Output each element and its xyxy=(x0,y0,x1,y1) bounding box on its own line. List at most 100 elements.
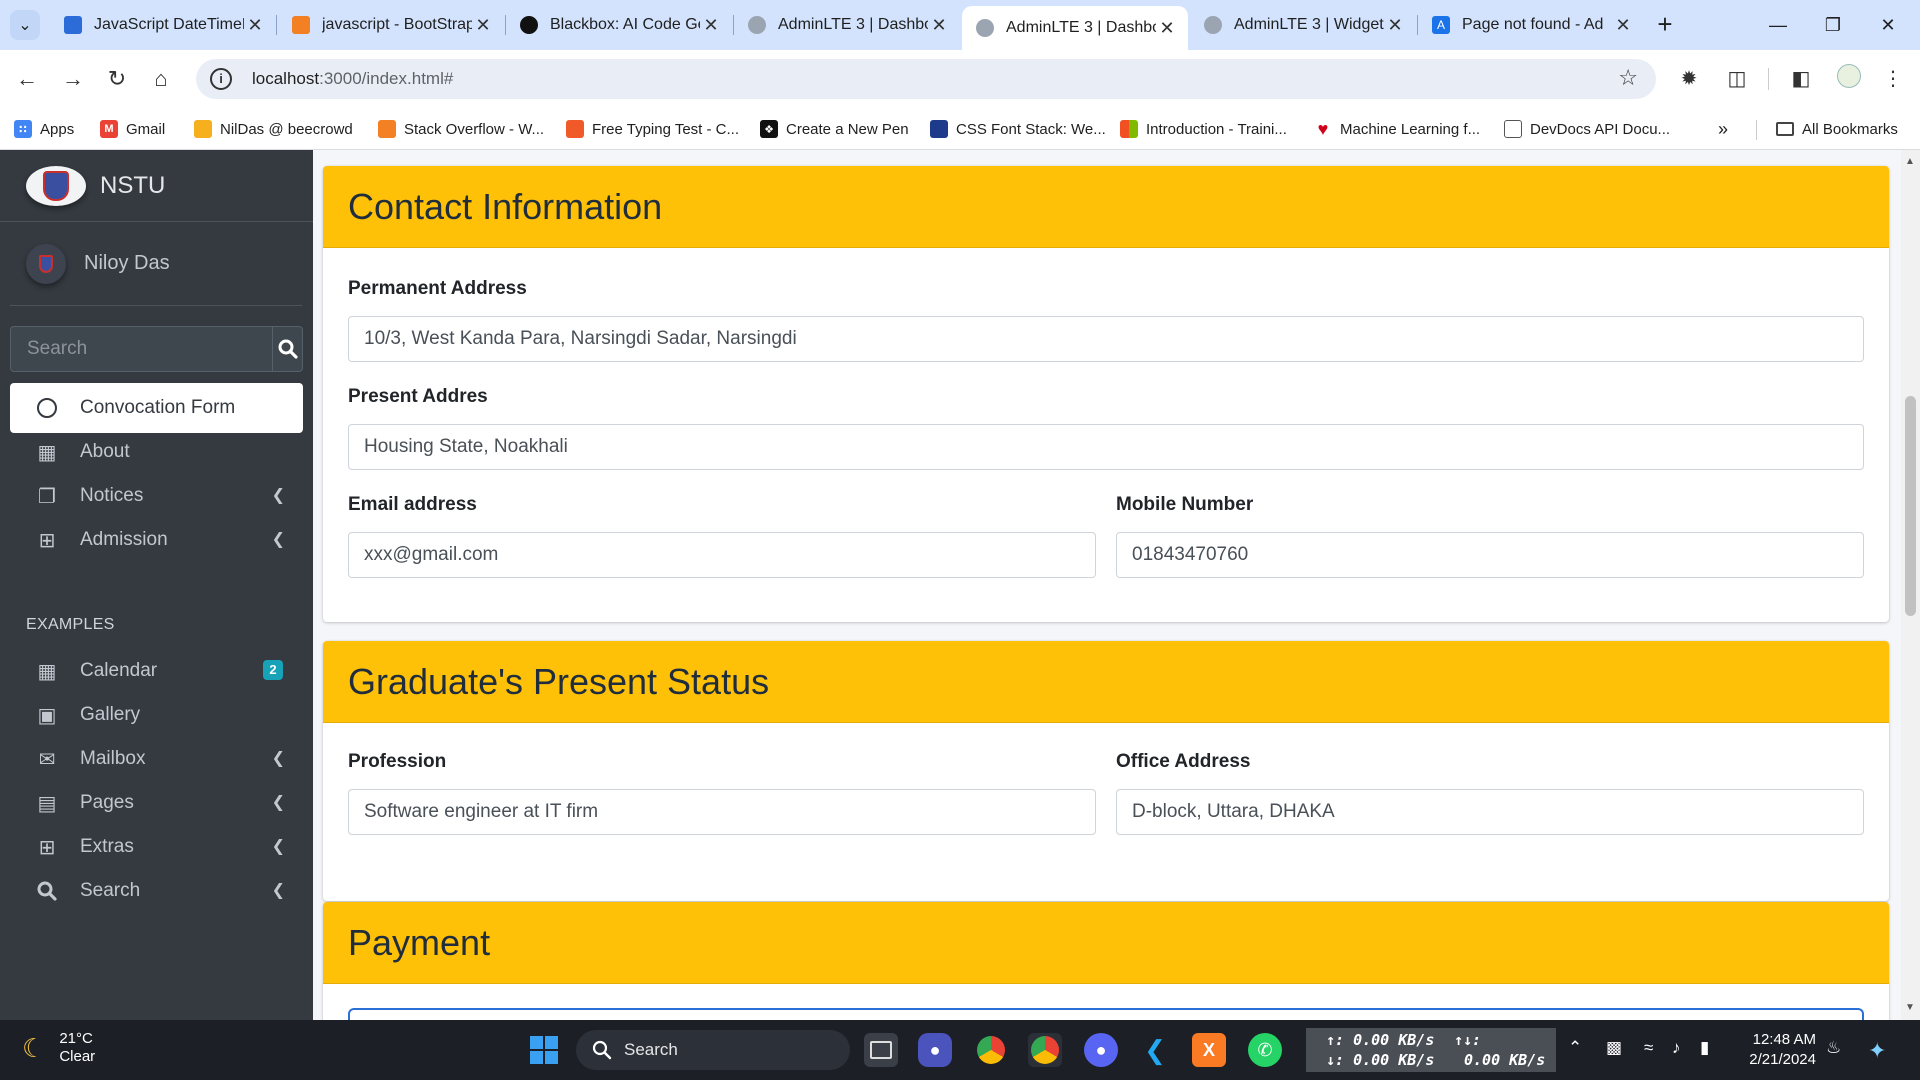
more-bookmarks-chevron-icon[interactable]: » xyxy=(1718,118,1728,140)
forward-button[interactable]: → xyxy=(56,62,90,96)
sidebar-item-mailbox[interactable]: ✉ Mailbox ❮ xyxy=(10,734,303,784)
brand-name: NSTU xyxy=(100,171,166,199)
bookmark-star-icon[interactable]: ☆ xyxy=(1618,65,1638,91)
chrome-menu-icon[interactable]: ⋮ xyxy=(1878,64,1908,94)
browser-tab[interactable]: javascript - BootStrap ✕ xyxy=(278,6,504,44)
taskbar-search[interactable]: Search xyxy=(576,1030,850,1070)
sidebar-item-gallery[interactable]: ▣ Gallery xyxy=(10,690,303,740)
copilot-icon[interactable]: ✦ xyxy=(1868,1038,1886,1064)
sidebar-item-pages[interactable]: ▤ Pages ❮ xyxy=(10,778,303,828)
close-icon[interactable]: ✕ xyxy=(700,15,722,36)
tray-app-icon[interactable]: ▩ xyxy=(1606,1038,1622,1058)
scroll-up-arrow-icon[interactable]: ▲ xyxy=(1905,156,1915,167)
sidebar-item-calendar[interactable]: ▦ Calendar 2 xyxy=(10,646,303,696)
user-panel[interactable]: Niloy Das xyxy=(10,222,302,306)
user-name[interactable]: Niloy Das xyxy=(84,252,170,275)
tab-favicon-icon xyxy=(748,16,766,34)
browser-tab[interactable]: AdminLTE 3 | Widget ✕ xyxy=(1190,6,1416,44)
close-icon[interactable]: ✕ xyxy=(1612,15,1634,36)
side-panel-icon[interactable]: ◧ xyxy=(1786,64,1816,94)
scrollbar-thumb[interactable] xyxy=(1905,396,1916,616)
wifi-icon[interactable]: ≈ xyxy=(1644,1038,1653,1058)
sidebar-item-convocation-form[interactable]: Convocation Form xyxy=(10,383,303,433)
teams-icon[interactable]: ● xyxy=(918,1033,952,1067)
mobile-number-field[interactable] xyxy=(1116,532,1864,578)
bookmark-label: Create a New Pen xyxy=(786,120,909,138)
bookmark-codepen[interactable]: ❖ Create a New Pen xyxy=(760,118,909,140)
nav-header-examples: EXAMPLES xyxy=(26,616,115,633)
payment-input[interactable] xyxy=(348,1008,1864,1020)
sidebar-search-button[interactable] xyxy=(272,326,303,372)
window-close-button[interactable]: ✕ xyxy=(1868,10,1908,40)
profession-input[interactable] xyxy=(348,789,1096,835)
sidebar-item-notices[interactable]: ❐ Notices ❮ xyxy=(10,471,303,521)
sidebar-search-input[interactable] xyxy=(10,326,272,372)
sidebar-item-admission[interactable]: ⊞ Admission ❮ xyxy=(10,515,303,565)
sidebar-item-extras[interactable]: ⊞ Extras ❮ xyxy=(10,822,303,872)
email-field[interactable] xyxy=(348,532,1096,578)
close-icon[interactable]: ✕ xyxy=(244,15,266,36)
page-scrollbar[interactable]: ▲ ▼ xyxy=(1901,150,1920,1020)
extension-bug-icon[interactable]: ✹ xyxy=(1674,64,1704,94)
new-tab-button[interactable]: + xyxy=(1650,10,1680,40)
net-upload: 0.00 KB/s xyxy=(1353,1031,1435,1049)
reload-button[interactable]: ↻ xyxy=(100,62,134,96)
browser-tab-active[interactable]: AdminLTE 3 | Dashbo ✕ xyxy=(962,6,1188,50)
home-button[interactable]: ⌂ xyxy=(144,62,178,96)
brand-link[interactable]: NSTU xyxy=(0,150,313,222)
vscode-icon[interactable]: ❮ xyxy=(1138,1033,1172,1067)
bookmark-machine-learning[interactable]: ♥ Machine Learning f... xyxy=(1314,118,1480,140)
office-address-input[interactable] xyxy=(1116,789,1864,835)
bookmark-apps[interactable]: ∷ Apps xyxy=(14,118,74,140)
system-clock[interactable]: 12:48 AM 2/21/2024 xyxy=(1740,1030,1816,1070)
bookmark-label: Apps xyxy=(40,120,75,138)
task-view-icon[interactable] xyxy=(864,1033,898,1067)
tab-search-button[interactable]: ⌄ xyxy=(10,10,40,40)
present-address-input[interactable] xyxy=(348,424,1864,470)
chrome-active-icon[interactable] xyxy=(1028,1033,1062,1067)
discord-icon[interactable]: ● xyxy=(1084,1033,1118,1067)
minimize-button[interactable]: — xyxy=(1758,10,1798,40)
sidebar-item-label: Extras xyxy=(80,836,134,857)
close-icon[interactable]: ✕ xyxy=(1384,15,1406,36)
chrome-icon[interactable] xyxy=(974,1033,1008,1067)
address-bar[interactable]: i localhost:3000/index.html# ☆ xyxy=(196,59,1656,99)
url-host: localhost xyxy=(252,69,320,88)
extensions-puzzle-icon[interactable]: ◫ xyxy=(1722,64,1752,94)
bookmark-devdocs[interactable]: DevDocs API Docu... xyxy=(1504,118,1670,140)
scroll-down-arrow-icon[interactable]: ▼ xyxy=(1905,1002,1915,1013)
back-button[interactable]: ← xyxy=(10,62,44,96)
sidebar-item-search[interactable]: Search ❮ xyxy=(10,866,303,916)
sidebar-item-label: Admission xyxy=(80,529,168,550)
xampp-icon[interactable]: X xyxy=(1192,1033,1226,1067)
bookmark-microsoft-training[interactable]: Introduction - Traini... xyxy=(1120,118,1287,140)
browser-tab[interactable]: Blackbox: AI Code Ge ✕ xyxy=(506,6,732,44)
bookmark-cssfontstack[interactable]: CSS Font Stack: We... xyxy=(930,118,1106,140)
sidebar-item-about[interactable]: ▦ About xyxy=(10,427,303,477)
browser-tab[interactable]: AdminLTE 3 | Dashbo ✕ xyxy=(734,6,960,44)
battery-icon[interactable]: ▮ xyxy=(1700,1038,1709,1058)
permanent-address-input[interactable] xyxy=(348,316,1864,362)
microsoft-icon xyxy=(1120,120,1138,138)
bookmark-gmail[interactable]: M Gmail xyxy=(100,118,165,140)
payment-card: Payment xyxy=(323,902,1889,1020)
close-icon[interactable]: ✕ xyxy=(1156,18,1178,39)
notification-bell-icon[interactable]: ♨ xyxy=(1826,1038,1841,1058)
all-bookmarks-folder[interactable]: All Bookmarks xyxy=(1776,118,1898,140)
site-info-icon[interactable]: i xyxy=(210,68,232,90)
tray-expand-chevron-icon[interactable]: ⌃ xyxy=(1568,1038,1582,1058)
bookmark-beecrowd[interactable]: NilDas @ beecrowd xyxy=(194,118,353,140)
bookmark-typing-test[interactable]: Free Typing Test - C... xyxy=(566,118,739,140)
close-icon[interactable]: ✕ xyxy=(472,15,494,36)
weather-widget[interactable]: ☾ 21°C Clear xyxy=(22,1030,95,1066)
restore-button[interactable]: ❐ xyxy=(1813,10,1853,40)
profile-avatar[interactable] xyxy=(1834,64,1864,94)
bookmark-stackoverflow[interactable]: Stack Overflow - W... xyxy=(378,118,544,140)
browser-tab[interactable]: A Page not found - Ad ✕ xyxy=(1418,6,1644,44)
sidebar-item-label: Convocation Form xyxy=(80,397,236,418)
windows-start-icon[interactable] xyxy=(527,1033,561,1067)
browser-tab[interactable]: JavaScript DateTimeP ✕ xyxy=(50,6,276,44)
whatsapp-icon[interactable]: ✆ xyxy=(1248,1033,1282,1067)
volume-icon[interactable]: ♪ xyxy=(1672,1038,1681,1058)
close-icon[interactable]: ✕ xyxy=(928,15,950,36)
